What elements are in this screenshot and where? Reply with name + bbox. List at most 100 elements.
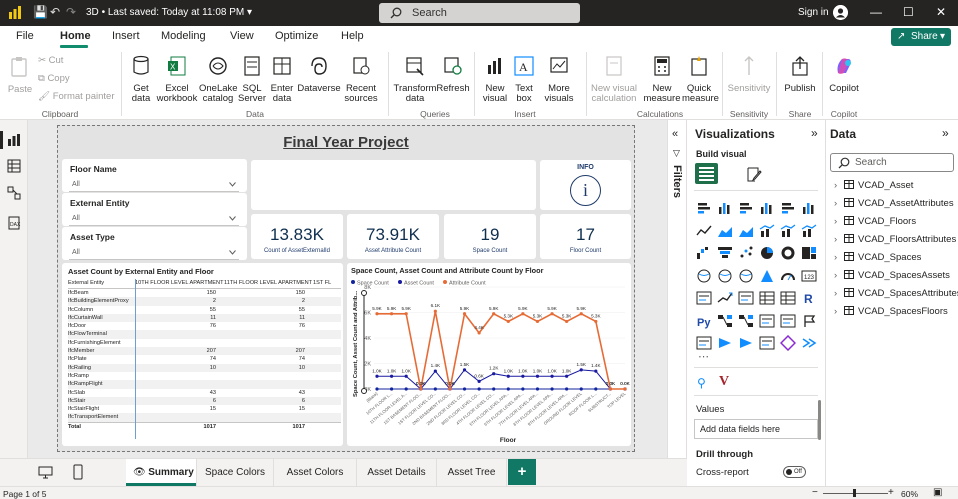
data-point[interactable] <box>594 319 598 324</box>
copy-button[interactable]: ⧉ Copy <box>38 73 70 84</box>
menu-optimize[interactable]: Optimize <box>275 30 318 42</box>
data-point[interactable] <box>565 319 569 324</box>
slicer-external-entity[interactable]: External Entity All <box>62 193 247 226</box>
publish-button[interactable]: Publish <box>782 55 818 94</box>
slicer-floor-name[interactable]: Floor Name All <box>62 159 247 192</box>
chevron-right-icon[interactable]: › <box>834 288 844 299</box>
tab-asset-details[interactable]: Asset Details <box>357 459 437 486</box>
redo-icon[interactable]: ↷ <box>66 5 76 19</box>
decomp-tree-visual-icon[interactable] <box>738 313 754 329</box>
gauge-visual-icon[interactable] <box>780 268 796 284</box>
slicer-asset-type[interactable]: Asset Type All <box>62 227 247 260</box>
report-page[interactable]: Final Year Project Floor Name All Extern… <box>57 125 635 452</box>
blank-visual[interactable] <box>251 160 536 210</box>
data-table-item[interactable]: › VCAD_SpacesFloors <box>834 306 948 317</box>
add-page-button[interactable]: + <box>508 459 536 485</box>
data-table-item[interactable]: › VCAD_Spaces <box>834 252 921 263</box>
azure-map-visual-icon[interactable] <box>759 268 775 284</box>
close-icon[interactable]: ✕ <box>936 5 946 19</box>
data-point[interactable] <box>550 312 554 316</box>
data-table-item[interactable]: › VCAD_Asset <box>834 180 913 191</box>
enter-data-button[interactable]: Enter data <box>268 55 296 105</box>
filled-map-visual-icon[interactable] <box>717 268 733 284</box>
data-point[interactable] <box>462 368 467 372</box>
data-point[interactable] <box>492 372 496 376</box>
r-visual-visual-icon[interactable]: R <box>801 290 817 306</box>
chevron-right-icon[interactable]: › <box>834 270 844 281</box>
chevron-right-icon[interactable]: › <box>834 234 844 245</box>
data-point[interactable] <box>389 387 394 391</box>
line-clustered-visual-icon[interactable] <box>780 223 796 239</box>
power-apps-visual-icon[interactable] <box>717 335 733 351</box>
zoom-out-icon[interactable]: − <box>812 487 818 498</box>
document-title[interactable]: 3D • Last saved: Today at 11:08 PM ▾ <box>86 7 252 18</box>
clustered-column-visual-icon[interactable] <box>759 200 775 216</box>
data-point[interactable] <box>492 312 496 316</box>
data-point[interactable] <box>579 312 583 316</box>
scatter-visual-icon[interactable] <box>738 245 754 261</box>
slicer-dropdown[interactable]: All <box>69 178 239 192</box>
build-visual-tab[interactable] <box>695 163 718 184</box>
mobile-layout-icon[interactable] <box>73 464 83 480</box>
menu-help[interactable]: Help <box>341 30 364 42</box>
stacked-column-visual-icon[interactable] <box>717 200 733 216</box>
data-point[interactable] <box>579 387 583 391</box>
collapse-chevron-icon[interactable]: « <box>672 128 678 140</box>
multirow-card-visual-icon[interactable] <box>696 290 712 306</box>
line-chart-visual[interactable]: Space Count, Asset Count and Attribute C… <box>347 263 631 446</box>
treemap-visual-icon[interactable] <box>801 245 817 261</box>
kpi-card-asset-count[interactable]: 13.83K Count of AssetExternalId <box>251 214 343 259</box>
stacked-bar-visual-icon[interactable] <box>696 200 712 216</box>
data-point[interactable] <box>506 387 510 391</box>
100-bar-visual-icon[interactable] <box>780 200 796 216</box>
data-point[interactable] <box>594 387 598 391</box>
data-point[interactable] <box>477 331 481 335</box>
area-visual-icon[interactable] <box>717 223 733 239</box>
slicer-dropdown[interactable]: All <box>69 212 239 226</box>
data-point[interactable] <box>448 387 452 391</box>
data-point[interactable] <box>565 387 569 391</box>
undo-icon[interactable]: ↶ <box>50 5 60 19</box>
data-point[interactable] <box>492 387 496 391</box>
tab-asset-tree[interactable]: Asset Tree <box>437 459 507 486</box>
data-point[interactable] <box>404 374 408 378</box>
values-well[interactable]: Add data fields here <box>694 419 818 439</box>
new-measure-button[interactable]: New measure <box>642 55 682 105</box>
sql-server-button[interactable]: SQL Server <box>238 55 266 105</box>
data-point[interactable] <box>550 387 554 391</box>
kpi-visual-icon[interactable] <box>717 290 733 306</box>
share-button[interactable]: ↗ Share ▾ <box>891 28 951 46</box>
data-point[interactable] <box>433 369 437 373</box>
data-point[interactable] <box>477 387 481 391</box>
chevron-right-icon[interactable]: › <box>834 198 844 209</box>
table-view-icon[interactable] <box>7 159 21 173</box>
data-point[interactable] <box>477 379 481 383</box>
new-visual-calculation-button[interactable]: New visual calculation <box>588 55 640 105</box>
chevron-right-icon[interactable]: › <box>834 306 844 317</box>
table-visual-icon[interactable] <box>759 290 775 306</box>
model-view-icon[interactable] <box>7 186 21 200</box>
zoom-in-icon[interactable]: + <box>888 487 894 498</box>
excel-workbook-button[interactable]: X Excel workbook <box>156 55 198 105</box>
data-point[interactable] <box>389 374 394 378</box>
data-point[interactable] <box>506 319 510 324</box>
data-point[interactable] <box>565 374 569 378</box>
funnel-visual-icon[interactable] <box>717 245 733 261</box>
data-table-item[interactable]: › VCAD_SpacesAssets <box>834 270 950 281</box>
kpi-card-space-count[interactable]: 19 Space Count <box>444 214 536 259</box>
new-visual-button[interactable]: New visual <box>480 55 510 105</box>
100-column-visual-icon[interactable] <box>801 200 817 216</box>
line-chart[interactable]: Space Count, Asset Count and Attribute C… <box>347 263 631 446</box>
data-point[interactable] <box>389 312 394 316</box>
matrix-visual-icon[interactable] <box>780 290 796 306</box>
slicer-visual-icon[interactable] <box>738 290 754 306</box>
refresh-button[interactable]: Refresh <box>436 55 470 94</box>
matrix-visual[interactable]: Asset Count by External Entity and Floor… <box>62 263 343 446</box>
stacked-area-visual-icon[interactable] <box>738 223 754 239</box>
analytics-search-icon[interactable]: ⚲ <box>697 376 706 390</box>
kpi-card-floor-count[interactable]: 17 Floor Count <box>540 214 631 259</box>
menu-view[interactable]: View <box>230 30 254 42</box>
smart-narrative-visual-icon[interactable] <box>780 313 796 329</box>
format-painter-button[interactable]: 🖌 Format painter <box>38 91 114 102</box>
tab-asset-colors[interactable]: Asset Colors <box>274 459 357 486</box>
